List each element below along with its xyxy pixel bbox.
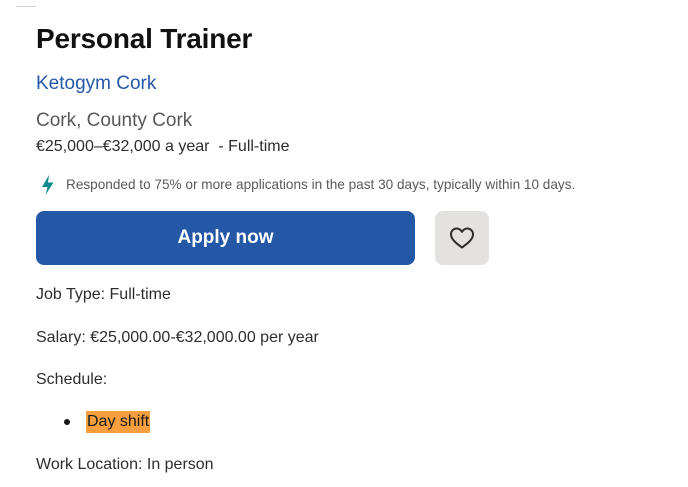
apply-now-button[interactable]: Apply now <box>36 211 415 265</box>
bullet-icon <box>64 419 70 425</box>
work-location-detail: Work Location: In person <box>36 456 214 473</box>
heart-icon <box>449 226 475 250</box>
schedule-list: Day shift <box>64 411 151 433</box>
job-detail-panel: Personal Trainer Ketogym Cork Cork, Coun… <box>0 0 688 487</box>
salary-detail: Salary: €25,000.00-€32,000.00 per year <box>36 329 319 346</box>
responsiveness-notice: Responded to 75% or more applications in… <box>38 174 575 196</box>
job-type-detail: Job Type: Full-time <box>36 286 171 303</box>
job-title: Personal Trainer <box>36 23 253 54</box>
highlighted-schedule-text: Day shift <box>86 411 151 433</box>
lightning-bolt-icon <box>38 174 58 196</box>
salary-and-type: €25,000–€32,000 a year - Full-time <box>36 138 290 155</box>
responsiveness-text: Responded to 75% or more applications in… <box>66 177 576 192</box>
save-job-button[interactable] <box>435 211 489 265</box>
schedule-heading: Schedule: <box>36 371 108 388</box>
company-link[interactable]: Ketogym Cork <box>36 71 156 97</box>
list-item: Day shift <box>64 411 151 433</box>
job-location: Cork, County Cork <box>36 110 193 131</box>
divider <box>16 6 36 7</box>
